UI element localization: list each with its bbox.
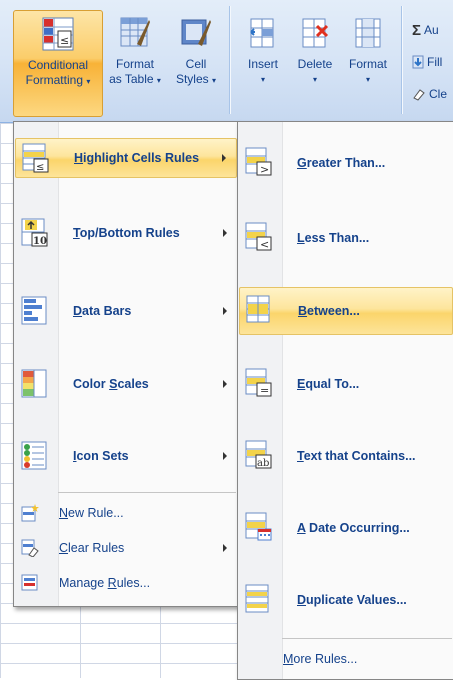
a-date-occurring-label: A Date Occurring... — [297, 521, 410, 535]
menu-item-duplicate-values[interactable]: Duplicate Values... — [239, 580, 453, 620]
duplicate-values-icon — [245, 584, 269, 613]
manage-rules-icon — [21, 574, 38, 591]
menu-item-greater-than[interactable]: > Greater Than... — [239, 143, 453, 183]
svg-text:=: = — [260, 384, 269, 397]
highlight-cells-rules-label: Highlight Cells Rules — [74, 151, 200, 165]
clear-button[interactable]: Cle — [412, 84, 447, 104]
delete-label: Delete — [297, 57, 333, 71]
menu-item-more-rules[interactable]: More Rules... — [239, 646, 453, 672]
menu-item-clear-rules[interactable]: Clear Rules — [15, 535, 237, 561]
greater-than-label: Greater Than... — [297, 156, 386, 170]
submenu-arrow-icon — [222, 154, 226, 162]
color-scales-icon — [21, 369, 47, 398]
sigma-icon: Σ — [412, 21, 422, 39]
cell-styles-label2: Styles — [175, 72, 209, 86]
submenu-arrow-icon — [223, 380, 227, 388]
menu-item-manage-rules[interactable]: Manage Rules... — [15, 570, 237, 596]
ribbon: ≤ Conditional Formatting ▾ Format as Tab… — [0, 0, 453, 123]
menu-separator — [58, 492, 236, 493]
menu-item-data-bars[interactable]: Data Bars — [15, 292, 237, 330]
menu-item-text-that-contains[interactable]: ab Text that Contains... — [239, 436, 453, 476]
insert-button[interactable]: Insert ▾ — [238, 10, 288, 115]
equal-to-icon: = — [245, 368, 272, 397]
insert-cells-icon — [250, 18, 274, 48]
between-label: Between... — [298, 304, 360, 318]
data-bars-label: Data Bars — [73, 304, 132, 318]
svg-text:ab: ab — [257, 458, 269, 469]
svg-text:≤: ≤ — [60, 34, 69, 47]
menu-item-new-rule[interactable]: New Rule... — [15, 500, 237, 526]
menu-item-color-scales[interactable]: Color Scales — [15, 365, 237, 403]
new-rule-label: New Rule... — [59, 506, 124, 520]
submenu-arrow-icon — [223, 307, 227, 315]
cell-styles-label1: Cell — [185, 57, 207, 71]
clear-rules-icon — [21, 539, 39, 557]
more-rules-label: More Rules... — [283, 652, 358, 666]
format-button[interactable]: Format ▾ — [342, 10, 394, 115]
menu-item-a-date-occurring[interactable]: A Date Occurring... — [239, 508, 453, 548]
svg-text:10: 10 — [33, 236, 47, 247]
svg-text:<: < — [260, 238, 269, 251]
format-as-table-label1: Format — [115, 57, 154, 71]
ribbon-group-separator — [401, 6, 403, 114]
equal-to-label: Equal To... — [297, 377, 360, 391]
less-than-label: Less Than... — [297, 231, 370, 245]
menu-item-highlight-cells-rules[interactable]: ≤ Highlight Cells Rules — [15, 138, 237, 178]
highlight-cells-rules-submenu: > Greater Than... < Less Than... Between… — [237, 121, 453, 680]
cell-styles-button[interactable]: Cell Styles ▾ — [168, 10, 224, 115]
menu-item-equal-to[interactable]: = Equal To... — [239, 364, 453, 404]
clear-rules-label: Clear Rules — [59, 541, 125, 555]
insert-label: Insert — [247, 57, 278, 71]
autosum-button[interactable]: Σ Au — [412, 20, 439, 40]
highlight-cells-icon: ≤ — [22, 143, 49, 173]
new-rule-icon — [21, 504, 39, 522]
format-label: Format — [348, 57, 387, 71]
delete-button[interactable]: Delete ▾ — [290, 10, 340, 115]
format-as-table-label2: as Table — [109, 72, 154, 86]
eraser-icon — [413, 89, 425, 101]
fill-label: Fill — [427, 55, 443, 69]
color-scales-label: Color Scales — [73, 377, 149, 391]
menu-item-less-than[interactable]: < Less Than... — [239, 218, 453, 258]
text-contains-icon: ab — [245, 440, 272, 469]
menu-item-top-bottom-rules[interactable]: 10 Top/Bottom Rules — [15, 214, 237, 252]
data-bars-icon — [21, 296, 47, 325]
conditional-formatting-menu: ≤ Highlight Cells Rules 10 Top/Bottom Ru… — [13, 121, 239, 607]
menu-separator — [282, 638, 452, 639]
format-as-table-icon — [120, 17, 150, 47]
conditional-formatting-label1: Conditional — [27, 58, 89, 72]
format-cells-icon — [355, 18, 381, 48]
icon-sets-label: Icon Sets — [73, 449, 129, 463]
fill-down-icon — [412, 55, 424, 69]
duplicate-values-label: Duplicate Values... — [297, 593, 407, 607]
between-icon — [246, 295, 270, 323]
autosum-label: Au — [424, 23, 439, 37]
top-bottom-rules-label: Top/Bottom Rules — [73, 226, 180, 240]
menu-icon-gutter — [14, 122, 59, 606]
menu-item-between[interactable]: Between... — [239, 287, 453, 335]
less-than-icon: < — [245, 222, 272, 251]
submenu-arrow-icon — [223, 452, 227, 460]
format-as-table-button[interactable]: Format as Table ▾ — [103, 10, 167, 115]
greater-than-icon: > — [245, 147, 272, 176]
menu-item-icon-sets[interactable]: Icon Sets — [15, 437, 237, 475]
manage-rules-label: Manage Rules... — [59, 576, 151, 590]
text-that-contains-label: Text that Contains... — [297, 449, 416, 463]
clear-label: Cle — [429, 87, 448, 101]
date-occurring-icon — [245, 512, 272, 541]
ribbon-group-separator — [229, 6, 231, 114]
conditional-formatting-button[interactable]: ≤ Conditional Formatting ▾ — [13, 10, 103, 117]
submenu-arrow-icon — [223, 229, 227, 237]
svg-text:≤: ≤ — [36, 162, 44, 173]
fill-button[interactable]: Fill — [412, 52, 442, 72]
cell-styles-icon — [181, 19, 211, 46]
conditional-formatting-label2: Formatting — [25, 73, 83, 87]
svg-text:>: > — [260, 163, 269, 176]
conditional-formatting-icon: ≤ — [42, 17, 74, 51]
delete-cells-icon — [302, 18, 329, 48]
submenu-arrow-icon — [223, 544, 227, 552]
top-bottom-icon: 10 — [21, 218, 48, 247]
icon-sets-icon — [21, 441, 47, 470]
